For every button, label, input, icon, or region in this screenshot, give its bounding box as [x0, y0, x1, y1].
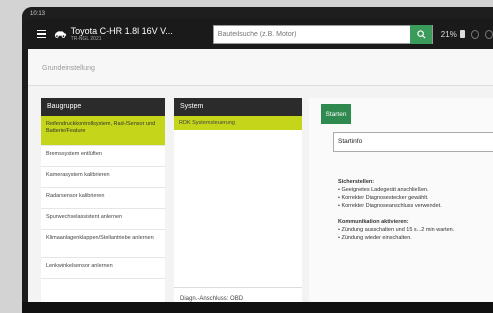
- baugruppe-item[interactable]: Reifendruckkontrollsystem, Rad-/Sensor u…: [41, 116, 165, 146]
- search-icon: [416, 29, 426, 39]
- android-nav-bar: [22, 302, 493, 313]
- battery-percent: 21%: [440, 29, 457, 39]
- baugruppe-item[interactable]: Bremssystem entlüften: [41, 146, 165, 167]
- baugruppe-item[interactable]: Spurwechselassistent anlernen: [41, 209, 165, 230]
- info-line: • Korrekter Diagnoseanschluss verwendet.: [338, 203, 442, 209]
- function-panel: Starten Startinfo Sicherstellen: • Geeig…: [309, 98, 493, 309]
- hamburger-menu-icon[interactable]: [30, 29, 53, 39]
- battery-icon: [459, 30, 465, 38]
- status-time: 10:13: [30, 10, 46, 17]
- baugruppe-header: Baugruppe: [41, 98, 165, 116]
- start-button[interactable]: Starten: [321, 104, 351, 124]
- info-line: • Korrekter Diagnosestecker gewählt.: [338, 195, 429, 201]
- system-header: System: [174, 98, 302, 116]
- page-title-row: Grundeinstellung: [28, 49, 493, 86]
- system-item[interactable]: RDK Systemsteuerung: [174, 116, 302, 130]
- vehicle-name: Toyota C-HR 1.8l 16V V...: [70, 26, 173, 36]
- vehicle-subtitle: TR-NGL 2021: [70, 36, 102, 42]
- top-bar: Toyota C-HR 1.8l 16V V... TR-NGL 2021 21…: [28, 19, 493, 49]
- page-title: Grundeinstellung: [42, 65, 95, 72]
- baugruppe-item[interactable]: Lenkwinkelsensor anlernen: [41, 258, 165, 279]
- tablet-frame: 10:13 Toyota C-HR 1.8l 16V V... TR-NGL 2…: [22, 7, 493, 313]
- startinfo-tab[interactable]: Startinfo: [333, 132, 493, 152]
- search-input[interactable]: [213, 29, 411, 39]
- vehicle-selector[interactable]: Toyota C-HR 1.8l 16V V... TR-NGL 2021: [71, 26, 173, 42]
- settings-status-icon[interactable]: [484, 29, 493, 39]
- start-info-text: Sicherstellen: • Geeignetes Ladegerät an…: [338, 178, 488, 242]
- info-section-title: Sicherstellen:: [338, 179, 375, 185]
- info-section-title: Kommunikation aktivieren:: [338, 219, 409, 225]
- connection-status-icon[interactable]: [470, 29, 479, 39]
- system-panel: System RDK Systemsteuerung Diagn.-Anschl…: [174, 98, 302, 309]
- baugruppe-item[interactable]: Radarsensor kalibrieren: [41, 188, 165, 209]
- baugruppe-item[interactable]: Kamerasystem kalibrieren: [41, 167, 165, 188]
- battery-indicator: 21%: [441, 30, 465, 39]
- info-line: • Zündung wieder einschalten.: [338, 235, 412, 241]
- info-line: • Geeignetes Ladegerät anschließen.: [338, 187, 429, 193]
- component-search: [212, 24, 433, 44]
- baugruppe-item[interactable]: Klimaanlagenklappen/Stellantriebe anlern…: [41, 230, 165, 258]
- car-icon: [54, 31, 66, 38]
- search-button[interactable]: [410, 24, 432, 44]
- info-line: • Zündung ausschalten und 15 s...2 min w…: [338, 227, 455, 233]
- app-screen: Toyota C-HR 1.8l 16V V... TR-NGL 2021 21…: [28, 19, 493, 309]
- baugruppe-panel: Baugruppe Reifendruckkontrollsystem, Rad…: [41, 98, 165, 309]
